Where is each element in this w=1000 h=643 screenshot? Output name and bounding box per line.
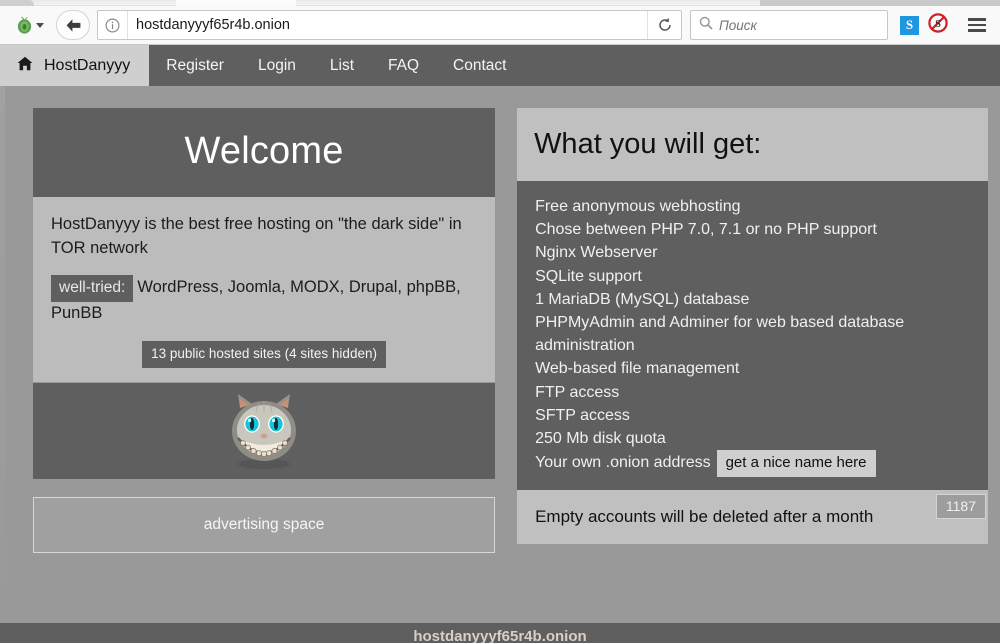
features-panel: What you will get: Free anonymous webhos… bbox=[517, 108, 988, 544]
torbutton[interactable] bbox=[8, 11, 50, 39]
advertising-space-label: advertising space bbox=[204, 516, 325, 534]
welcome-title: Welcome bbox=[33, 108, 495, 197]
features-footer-note: Empty accounts will be deleted after a m… bbox=[517, 490, 988, 544]
list-item: SFTP access bbox=[535, 404, 970, 427]
onion-icon bbox=[16, 16, 33, 34]
back-button[interactable] bbox=[56, 10, 90, 40]
search-input[interactable] bbox=[719, 18, 898, 33]
noscript-s-icon[interactable]: S bbox=[900, 16, 919, 35]
site-navigation: HostDanyyy Register Login List FAQ Conta… bbox=[0, 45, 1000, 86]
page-content: Welcome HostDanyyy is the best free host… bbox=[0, 86, 1000, 643]
list-item: Nginx Webserver bbox=[535, 241, 970, 264]
browser-toolbar: S S bbox=[0, 6, 1000, 44]
identity-box[interactable] bbox=[98, 11, 128, 39]
list-item: SQLite support bbox=[535, 265, 970, 288]
cat-image-block bbox=[33, 383, 495, 479]
list-item: Web-based file management bbox=[535, 357, 970, 380]
tab-sliver-active[interactable] bbox=[176, 0, 296, 6]
features-list: Free anonymous webhosting Chose between … bbox=[535, 195, 970, 477]
chevron-down-icon bbox=[36, 23, 44, 28]
welcome-body: HostDanyyy is the best free hosting on "… bbox=[33, 197, 495, 382]
advertising-space[interactable]: advertising space bbox=[33, 497, 495, 553]
list-item: 250 Mb disk quota bbox=[535, 427, 970, 450]
list-item: FTP access bbox=[535, 381, 970, 404]
well-tried-line: well-tried:WordPress, Joomla, MODX, Drup… bbox=[51, 275, 477, 326]
search-bar[interactable] bbox=[690, 10, 888, 40]
cheshire-cat-image bbox=[218, 390, 310, 472]
nav-link-faq[interactable]: FAQ bbox=[371, 45, 436, 86]
reload-button[interactable] bbox=[647, 11, 681, 39]
info-circle-icon bbox=[105, 18, 120, 33]
home-icon bbox=[17, 56, 33, 76]
site-footer: hostdanyyyf65r4b.onion bbox=[0, 623, 1000, 643]
extension-icons: S S bbox=[900, 13, 948, 38]
onion-address-label: Your own .onion address bbox=[535, 454, 711, 471]
list-item: Free anonymous webhosting bbox=[535, 195, 970, 218]
well-tried-badge: well-tried: bbox=[51, 275, 133, 302]
page-edge-sliver bbox=[0, 86, 5, 586]
url-bar[interactable] bbox=[97, 10, 682, 40]
back-arrow-icon bbox=[65, 18, 82, 33]
hit-counter: 1187 bbox=[936, 494, 986, 519]
left-column: Welcome HostDanyyy is the best free host… bbox=[33, 108, 495, 553]
search-icon bbox=[699, 16, 713, 35]
right-column: What you will get: Free anonymous webhos… bbox=[517, 108, 988, 553]
tab-sliver-left[interactable] bbox=[0, 0, 34, 6]
noscript-blocked-icon[interactable]: S bbox=[928, 13, 948, 38]
nav-link-list[interactable]: List bbox=[313, 45, 371, 86]
features-title: What you will get: bbox=[517, 108, 988, 181]
svg-text:S: S bbox=[935, 19, 941, 30]
sidebar-item-home[interactable]: HostDanyyy bbox=[0, 45, 149, 86]
get-nice-name-button[interactable]: get a nice name here bbox=[717, 450, 876, 477]
welcome-intro: HostDanyyy is the best free hosting on "… bbox=[51, 213, 477, 261]
list-item: 1 MariaDB (MySQL) database bbox=[535, 288, 970, 311]
tab-strip[interactable] bbox=[0, 0, 1000, 6]
features-body: Free anonymous webhosting Chose between … bbox=[517, 181, 988, 490]
reload-icon bbox=[657, 17, 673, 33]
brand-label: HostDanyyy bbox=[44, 57, 130, 75]
welcome-panel: Welcome HostDanyyy is the best free host… bbox=[33, 108, 495, 479]
hamburger-menu-icon[interactable] bbox=[962, 11, 992, 39]
list-item: PHPMyAdmin and Adminer for web based dat… bbox=[535, 311, 970, 357]
nav-link-register[interactable]: Register bbox=[149, 45, 241, 86]
sites-count-badge: 13 public hosted sites (4 sites hidden) bbox=[142, 341, 386, 368]
browser-chrome: S S bbox=[0, 0, 1000, 45]
tab-sliver-right bbox=[760, 0, 1000, 6]
list-item: Chose between PHP 7.0, 7.1 or no PHP sup… bbox=[535, 218, 970, 241]
url-input[interactable] bbox=[128, 11, 647, 39]
columns-wrapper: Welcome HostDanyyy is the best free host… bbox=[0, 108, 1000, 553]
nav-link-contact[interactable]: Contact bbox=[436, 45, 523, 86]
list-item-onion: Your own .onion address get a nice name h… bbox=[535, 450, 970, 477]
nav-link-login[interactable]: Login bbox=[241, 45, 313, 86]
sites-count-wrap: 13 public hosted sites (4 sites hidden) bbox=[51, 341, 477, 368]
